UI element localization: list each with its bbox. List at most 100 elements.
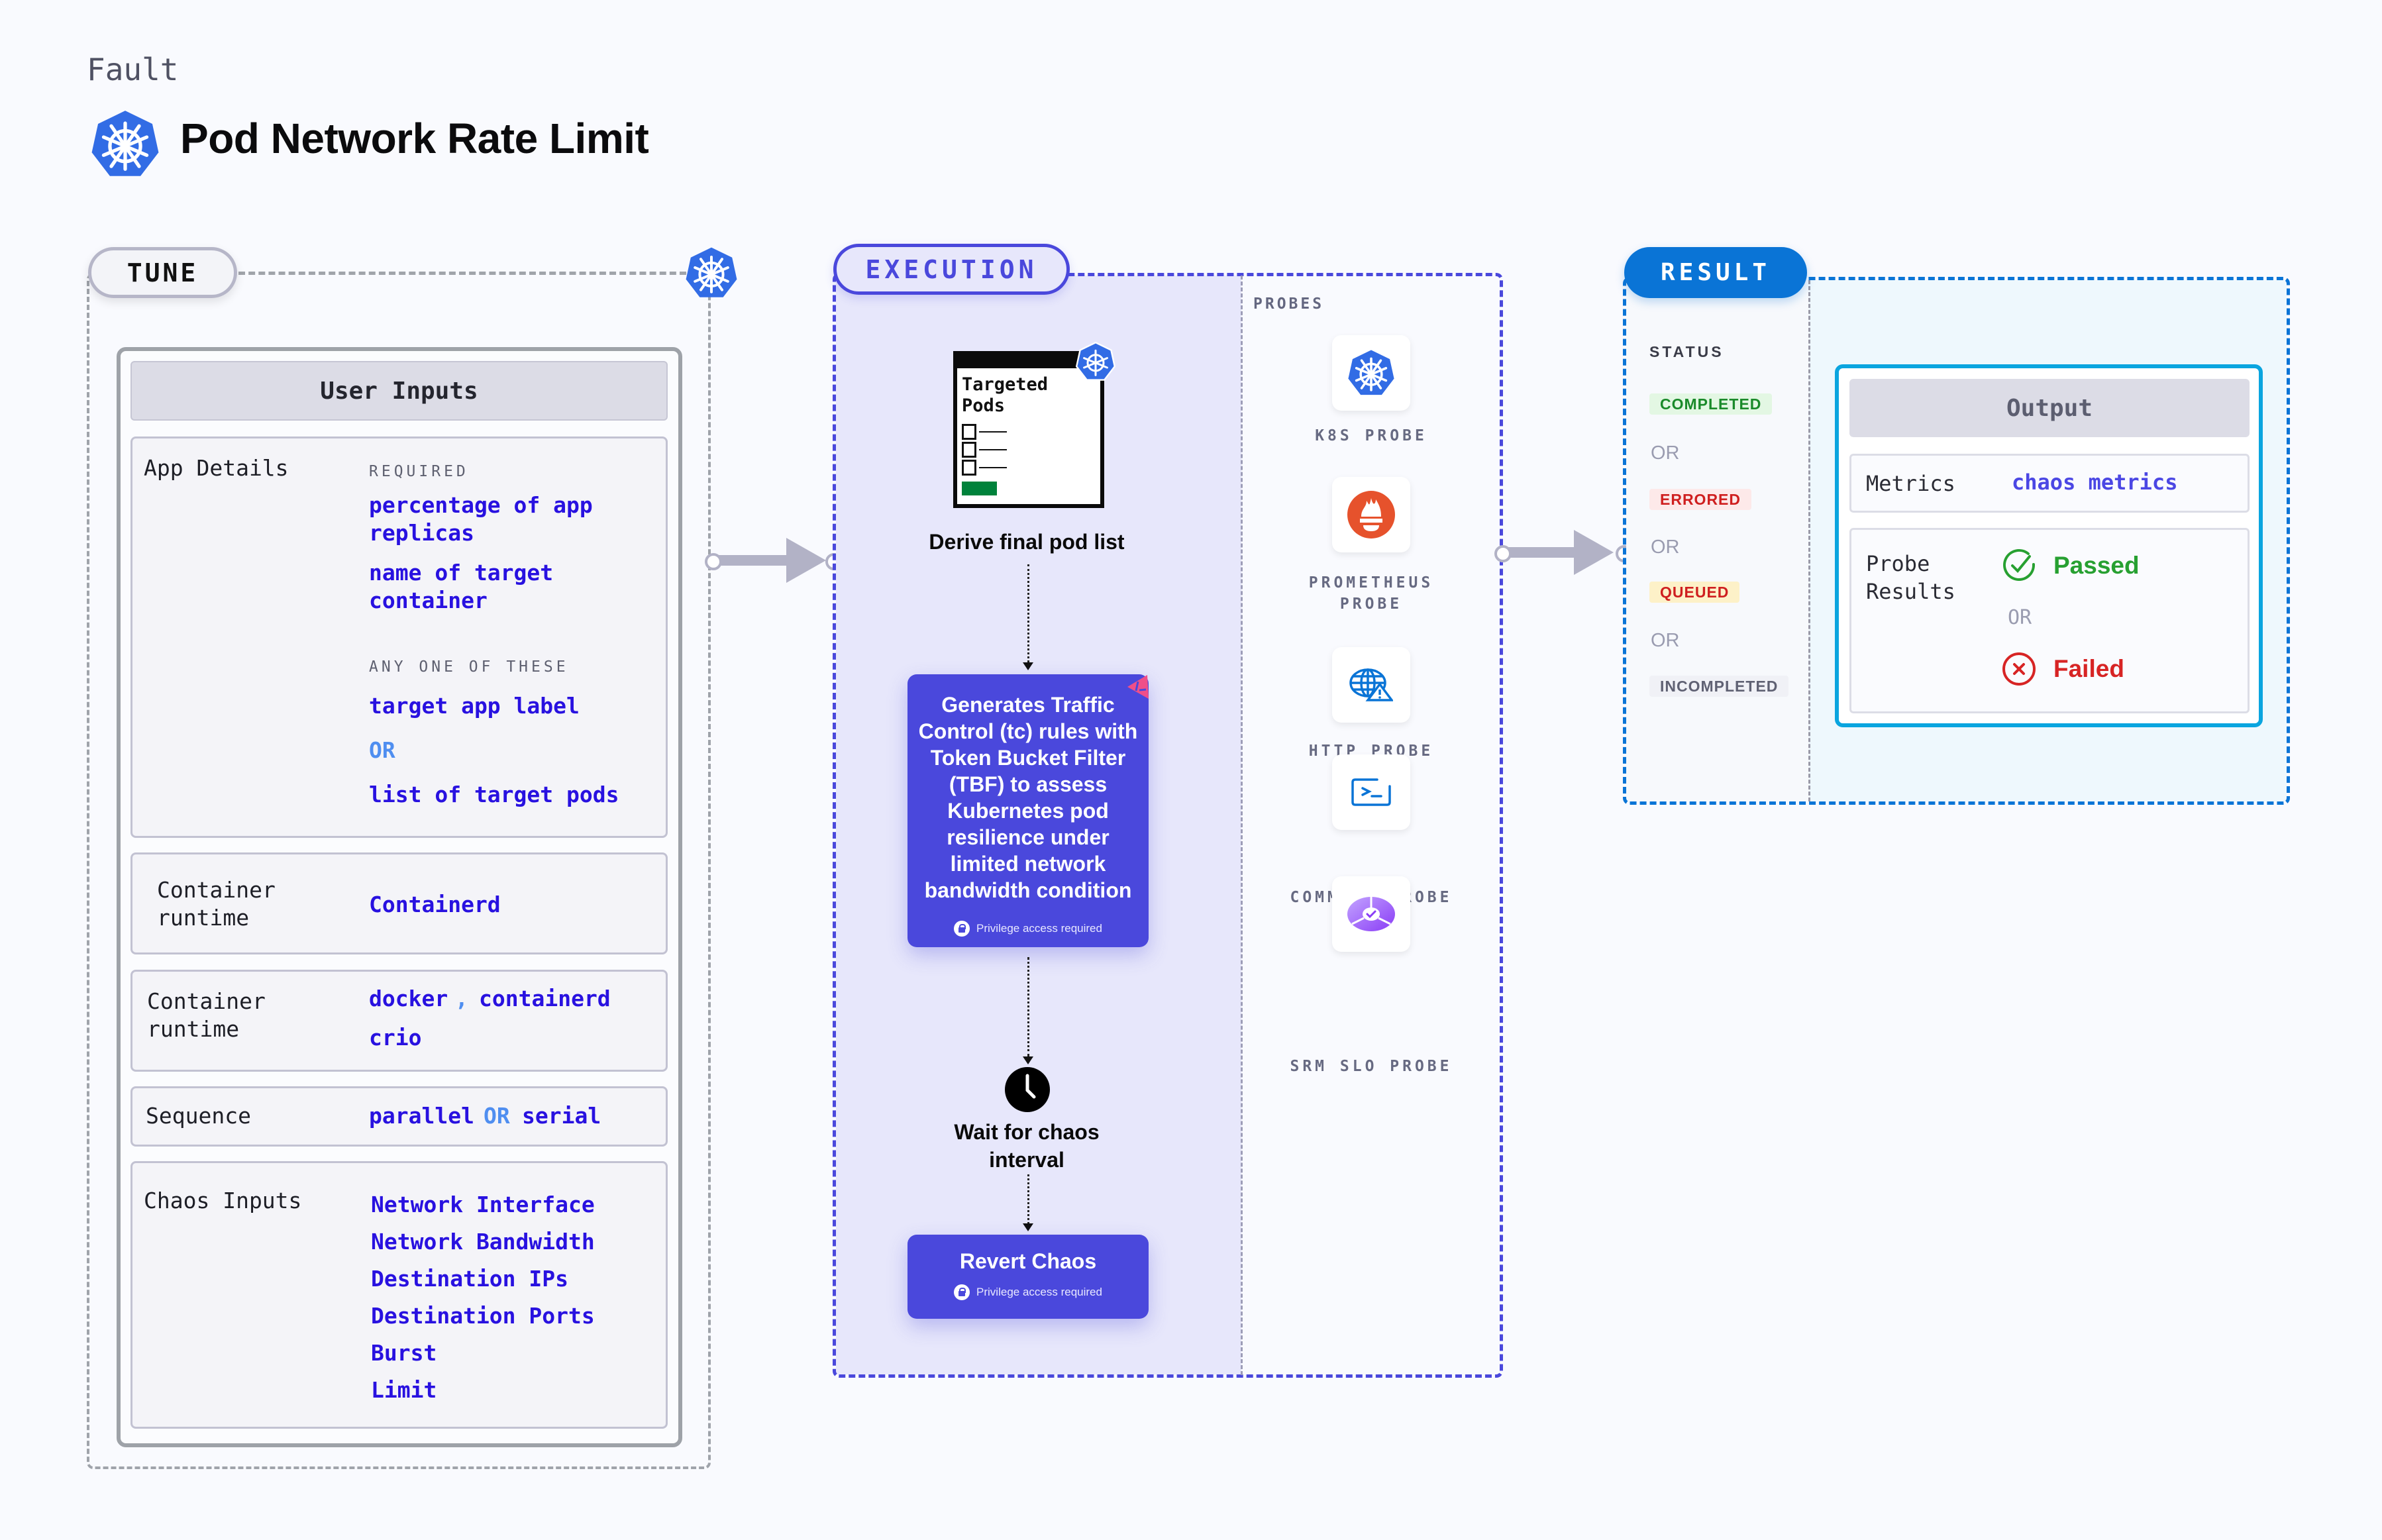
container-runtime-card: Container runtime docker , containerd cr… — [130, 970, 668, 1072]
required-hint: REQUIRED — [369, 463, 469, 480]
app-detail-required-value: name of target container — [369, 560, 554, 613]
container-runtime-card: Container runtime Containerd — [130, 852, 668, 954]
kubernetes-icon — [1348, 350, 1394, 395]
tune-label: TUNE — [127, 258, 199, 287]
probe-failed: Failed — [2002, 652, 2124, 686]
probe-results-label: Probe Results — [1866, 551, 1955, 604]
status-badge-incompleted: INCOMPLETED — [1649, 676, 1789, 697]
or-separator: OR — [369, 737, 395, 763]
clock-icon — [1005, 1067, 1050, 1112]
prometheus-icon — [1347, 491, 1395, 539]
or-separator: OR — [484, 1103, 510, 1129]
status-badge-errored: ERRORED — [1649, 489, 1752, 510]
failed-label: Failed — [2053, 655, 2124, 682]
arrow-head-icon — [1574, 530, 1614, 575]
or-separator: OR — [1651, 442, 1680, 464]
tune-pill: TUNE — [88, 247, 237, 298]
connector-dot — [1494, 545, 1512, 562]
chaos-input-value: Destination Ports — [371, 1303, 595, 1329]
chaos-inputs-label: Chaos Inputs — [144, 1188, 302, 1213]
app-detail-option: list of target pods — [369, 782, 619, 807]
probe-passed: Passed — [2002, 548, 2140, 583]
container-runtime-value: crio — [369, 1025, 422, 1051]
chaos-input-value: Destination IPs — [371, 1266, 569, 1292]
checkbox-icon — [962, 424, 976, 440]
flow-connector — [1027, 1174, 1029, 1224]
container-runtime-label: Container runtime — [157, 877, 276, 931]
container-runtime-value: Containerd — [369, 892, 501, 917]
check-circle-icon — [2003, 548, 2036, 581]
slo-icon — [1347, 897, 1395, 931]
status-badge-completed: COMPLETED — [1649, 393, 1773, 415]
result-pill: RESULT — [1624, 247, 1807, 298]
arrow-down-icon — [1023, 1056, 1033, 1064]
privilege-text: Privilege access required — [976, 922, 1102, 935]
sequence-value: parallel — [369, 1103, 474, 1129]
checkbox-icon — [962, 442, 976, 458]
pod-row — [962, 442, 1021, 458]
execution-label: EXECUTION — [865, 254, 1038, 284]
container-runtime-label: Container runtime — [147, 988, 266, 1042]
pods-status-bar — [962, 482, 997, 495]
result-label: RESULT — [1660, 259, 1771, 286]
flow-connector — [1027, 957, 1029, 1056]
http-probe-tile[interactable] — [1332, 647, 1410, 723]
kubernetes-icon — [91, 111, 159, 176]
passed-label: Passed — [2053, 552, 2140, 579]
or-separator: OR — [1651, 630, 1680, 651]
status-badge-queued: QUEUED — [1649, 582, 1740, 603]
pod-row — [962, 460, 1021, 476]
inject-chaos-step: Generates Traffic Control (tc) rules wit… — [907, 674, 1149, 947]
k8s-probe-label: K8S PROBE — [1315, 427, 1427, 444]
sequence-label: Sequence — [146, 1103, 251, 1129]
lock-icon — [954, 921, 970, 937]
container-runtime-value: docker — [369, 986, 448, 1011]
srm-slo-probe-label: SRM SLO PROBE — [1290, 1058, 1453, 1075]
revert-chaos-label: Revert Chaos — [959, 1249, 1097, 1273]
any-one-hint: ANY ONE OF THESE — [369, 658, 569, 676]
globe-warning-icon — [1349, 668, 1393, 701]
harness-chaos-icon — [1127, 675, 1149, 699]
arrow-down-icon — [1023, 1223, 1033, 1231]
container-runtime-value: containerd — [479, 986, 611, 1011]
prometheus-probe-tile[interactable] — [1332, 477, 1410, 552]
page-title: Pod Network Rate Limit — [180, 115, 649, 162]
sequence-value: serial — [522, 1103, 601, 1129]
command-probe-tile[interactable] — [1332, 754, 1410, 830]
privilege-note: Privilege access required — [907, 921, 1149, 937]
user-inputs-header: User Inputs — [130, 361, 668, 421]
result-divider — [1808, 280, 1810, 801]
pod-row — [962, 424, 1021, 440]
x-circle-icon — [2002, 652, 2036, 686]
or-separator: OR — [2008, 606, 2032, 629]
privilege-text: Privilege access required — [976, 1286, 1102, 1298]
chaos-input-value: Network Bandwidth — [371, 1229, 595, 1255]
output-header: Output — [1849, 379, 2250, 437]
k8s-probe-tile[interactable] — [1332, 335, 1410, 411]
app-details-card: App Details REQUIRED percentage of app r… — [130, 436, 668, 838]
privilege-note: Privilege access required — [907, 1284, 1149, 1300]
metrics-value: chaos metrics — [2012, 470, 2178, 495]
chaos-input-value: Limit — [371, 1377, 437, 1403]
lock-icon — [954, 1284, 970, 1300]
checkbox-icon — [962, 460, 976, 476]
probes-label: PROBES — [1253, 295, 1325, 313]
wait-chaos-interval-step: Wait for chaos interval — [954, 1120, 1100, 1172]
chaos-input-value: Network Interface — [371, 1192, 595, 1217]
chaos-input-value: Burst — [371, 1340, 437, 1366]
targeted-pods-title: Targeted Pods — [962, 374, 1049, 416]
srm-slo-probe-tile[interactable] — [1332, 876, 1410, 952]
status-label: STATUS — [1649, 343, 1724, 360]
sequence-card: Sequence parallel OR serial — [130, 1086, 668, 1147]
connector-line — [712, 555, 788, 566]
app-detail-option: target app label — [369, 693, 580, 719]
chaos-inputs-card: Chaos Inputs Network Interface Network B… — [130, 1161, 668, 1429]
separator: , — [455, 986, 468, 1011]
prometheus-probe-label: PROMETHEUS PROBE — [1308, 574, 1434, 613]
or-separator: OR — [1651, 537, 1680, 558]
tune-divider — [238, 272, 686, 275]
kubernetes-icon — [1076, 342, 1115, 381]
app-details-label: App Details — [144, 455, 289, 481]
arrow-down-icon — [1023, 662, 1033, 670]
revert-chaos-step: Revert Chaos Privilege access required — [907, 1235, 1149, 1319]
